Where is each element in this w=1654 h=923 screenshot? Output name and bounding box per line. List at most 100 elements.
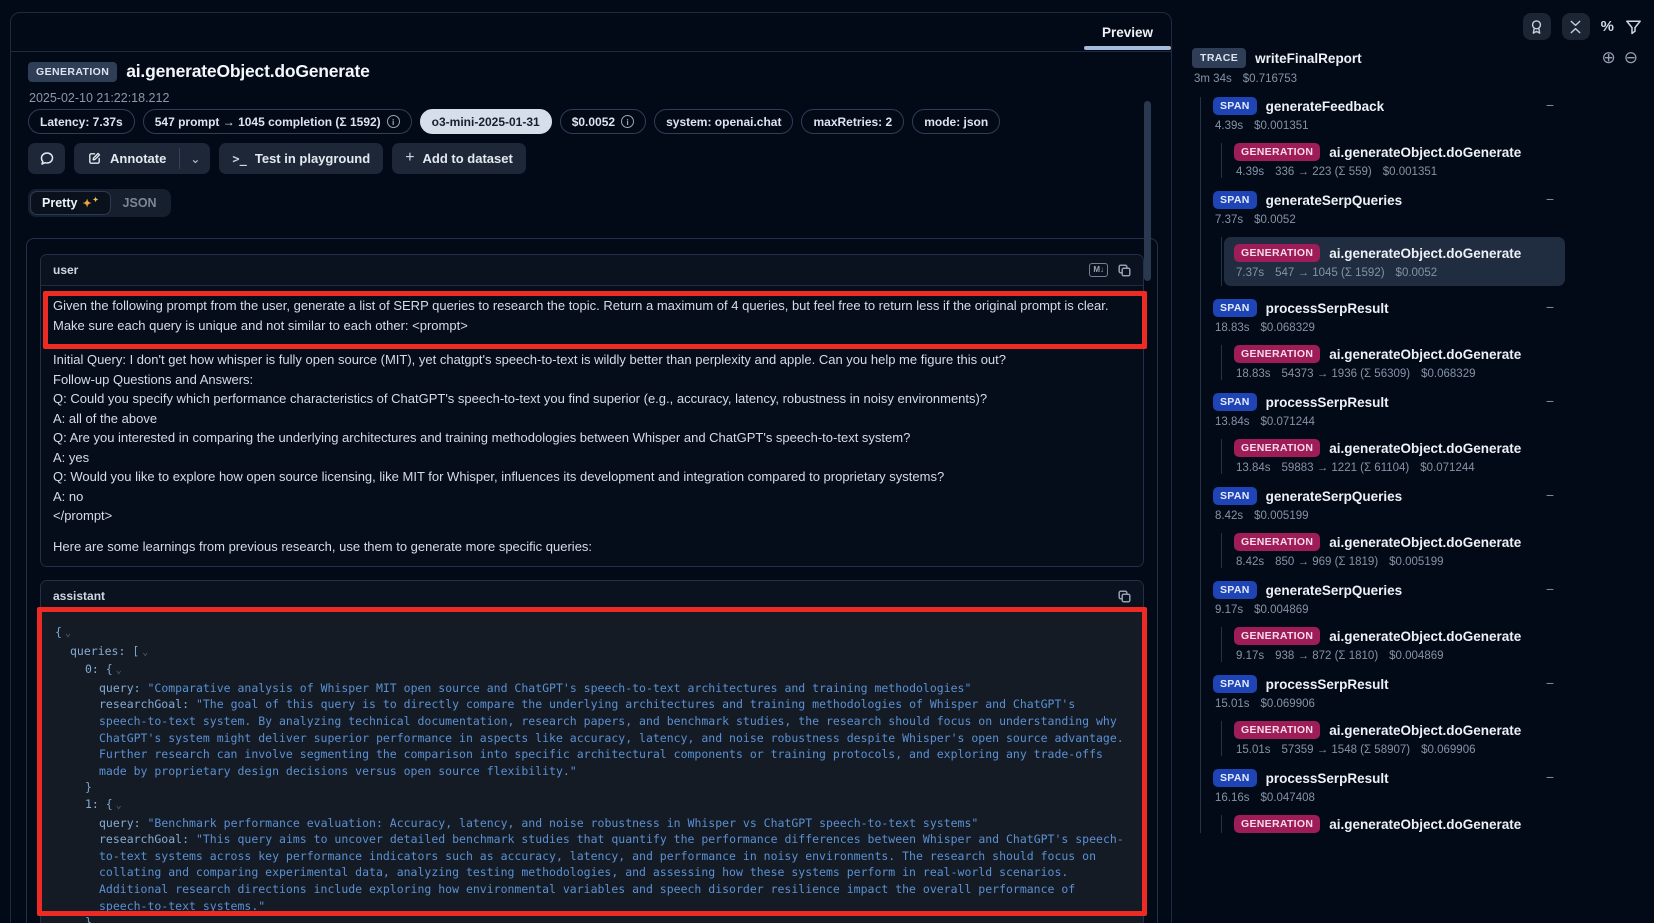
json-line: {⌄ [55, 624, 1129, 643]
span-row[interactable]: SPAN processSerpResult − [1213, 675, 1654, 693]
collapse-node-icon[interactable]: − [1546, 769, 1554, 785]
collapse-chevron-icon[interactable]: ⌄ [142, 647, 148, 658]
funnel-icon [1625, 19, 1642, 35]
generation-metrics: 18.83s 54373 → 1936 (Σ 56309) $0.068329 [1236, 368, 1654, 380]
scrollbar-thumb[interactable] [1144, 101, 1151, 281]
panel-tabbar: Preview [11, 13, 1171, 52]
span-block: SPAN generateSerpQueries − 9.17s $0.0048… [1213, 581, 1654, 662]
collapse-tree-icon[interactable]: ⊖ [1624, 49, 1638, 66]
copy-icon[interactable] [1118, 264, 1131, 277]
copy-icon[interactable] [1118, 590, 1131, 603]
generation-row[interactable]: GENERATION ai.generateObject.doGenerate … [1234, 627, 1654, 662]
collapse-chevron-icon[interactable]: ⌄ [65, 628, 71, 639]
span-block: SPAN processSerpResult − 18.83s $0.06832… [1213, 299, 1654, 380]
span-row[interactable]: SPAN generateFeedback − [1213, 97, 1654, 115]
trace-badge: TRACE [1192, 48, 1246, 68]
collapse-node-icon[interactable]: − [1546, 675, 1554, 691]
collapse-node-icon[interactable]: − [1546, 581, 1554, 597]
add-to-dataset-label: Add to dataset [423, 151, 513, 166]
span-block: SPAN generateFeedback − 4.39s $0.001351 … [1213, 97, 1654, 178]
collapse-all-button[interactable] [1562, 13, 1590, 40]
user-text-line: </prompt> [53, 506, 1131, 526]
generation-row[interactable]: GENERATION ai.generateObject.doGenerate … [1234, 345, 1654, 380]
trace-metrics: 3m 34s $0.716753 [1194, 73, 1654, 85]
span-row[interactable]: SPAN processSerpResult − [1213, 393, 1654, 411]
info-icon[interactable]: i [387, 115, 400, 128]
generation-row[interactable]: GENERATION ai.generateObject.doGenerate … [1234, 439, 1654, 474]
collapse-chevron-icon[interactable]: ⌄ [116, 665, 122, 676]
generation-row[interactable]: GENERATION ai.generateObject.doGenerate … [1234, 143, 1654, 178]
view-toggle-row: Pretty ✦ ✦ JSON [28, 189, 171, 217]
collapse-node-icon[interactable]: − [1546, 97, 1554, 113]
annotate-button[interactable]: Annotate [74, 143, 179, 174]
span-row[interactable]: SPAN processSerpResult − [1213, 769, 1654, 787]
generation-badge: GENERATION [1234, 721, 1320, 739]
span-metrics: 16.16s $0.047408 [1215, 792, 1654, 804]
toggle-json[interactable]: JSON [112, 192, 168, 214]
user-text-line: A: yes [53, 448, 1131, 468]
generation-badges-row: Latency: 7.37s 547 prompt → 1045 complet… [28, 109, 1000, 134]
role-label: user [53, 263, 78, 277]
generation-row[interactable]: GENERATION ai.generateObject.doGenerate … [1234, 533, 1654, 568]
user-text-line: Q: Would you like to explore how open so… [53, 467, 1131, 487]
user-closing-line: Here are some learnings from previous re… [53, 537, 1131, 557]
latency-badge: Latency: 7.37s [28, 109, 135, 134]
tokens-badge[interactable]: 547 prompt → 1045 completion (Σ 1592) i [143, 109, 412, 134]
pretty-label: Pretty [42, 196, 77, 210]
trace-row[interactable]: TRACE writeFinalReport [1192, 48, 1654, 68]
generation-metrics: 7.37s 547 → 1045 (Σ 1592) $0.0052 [1236, 267, 1555, 279]
span-metrics: 4.39s $0.001351 [1215, 120, 1654, 132]
chevron-down-icon: ⌄ [190, 152, 200, 166]
collapse-node-icon[interactable]: − [1546, 393, 1554, 409]
user-message-header: user M↓ [41, 255, 1143, 286]
cost-badge[interactable]: $0.0052 i [560, 109, 646, 134]
collapse-chevron-icon[interactable]: ⌄ [116, 800, 122, 811]
user-highlighted-paragraph: Given the following prompt from the user… [53, 296, 1131, 335]
collapse-node-icon[interactable]: − [1546, 191, 1554, 207]
user-text-line: Initial Query: I don't get how whisper i… [53, 350, 1131, 370]
span-block: SPAN generateSerpQueries − 8.42s $0.0051… [1213, 487, 1654, 568]
comment-button[interactable] [28, 143, 65, 174]
span-block: SPAN processSerpResult − 13.84s $0.07124… [1213, 393, 1654, 474]
info-icon[interactable]: i [621, 115, 634, 128]
span-badge: SPAN [1213, 675, 1257, 693]
generation-badge: GENERATION [1234, 627, 1320, 645]
markdown-toggle-icon[interactable]: M↓ [1089, 263, 1108, 277]
generation-row-selected[interactable]: GENERATION ai.generateObject.doGenerate … [1224, 237, 1565, 286]
sparkles-icon: ✦ [93, 196, 99, 204]
model-badge[interactable]: o3-mini-2025-01-31 [420, 109, 552, 134]
test-in-playground-button[interactable]: >_ Test in playground [219, 143, 383, 174]
filter-button[interactable] [1625, 19, 1642, 35]
user-message-body: Given the following prompt from the user… [41, 286, 1143, 567]
annotate-dropdown-button[interactable]: ⌄ [180, 143, 210, 174]
assistant-message-panel: assistant {⌄ queries: [⌄ 0: {⌄ query: "C… [40, 580, 1144, 923]
trace-children: SPAN generateFeedback − 4.39s $0.001351 … [1200, 97, 1654, 833]
span-block: SPAN generateSerpQueries − 7.37s $0.0052… [1213, 191, 1654, 286]
generation-title-row: GENERATION ai.generateObject.doGenerate [28, 61, 370, 82]
collapse-node-icon[interactable]: − [1546, 487, 1554, 503]
toggle-pretty[interactable]: Pretty ✦ ✦ [31, 192, 110, 214]
json-line: } [55, 914, 1129, 923]
annotate-label: Annotate [110, 151, 166, 166]
collapse-node-icon[interactable]: − [1546, 299, 1554, 315]
collapse-icon [1568, 19, 1583, 35]
annotate-scores-button[interactable] [1523, 13, 1551, 40]
span-row[interactable]: SPAN generateSerpQueries − [1213, 487, 1654, 505]
tab-preview[interactable]: Preview [1088, 13, 1167, 51]
span-row[interactable]: SPAN processSerpResult − [1213, 299, 1654, 317]
expand-all-icon[interactable]: ⊕ [1602, 49, 1616, 66]
span-row[interactable]: SPAN generateSerpQueries − [1213, 581, 1654, 599]
span-block: SPAN processSerpResult − 16.16s $0.04740… [1213, 769, 1654, 833]
trace-name: writeFinalReport [1255, 51, 1362, 66]
user-text-line: A: all of the above [53, 409, 1131, 429]
percent-view-button[interactable]: % [1601, 18, 1614, 35]
generation-metrics: 9.17s 938 → 872 (Σ 1810) $0.004869 [1236, 650, 1654, 662]
comment-icon [39, 151, 55, 167]
sparkles-icon: ✦ [82, 197, 91, 210]
span-row[interactable]: SPAN generateSerpQueries − [1213, 191, 1654, 209]
generation-row[interactable]: GENERATION ai.generateObject.doGenerate … [1234, 721, 1654, 756]
span-metrics: 9.17s $0.004869 [1215, 604, 1654, 616]
generation-row[interactable]: GENERATION ai.generateObject.doGenerate [1234, 815, 1654, 833]
assistant-message-header: assistant [41, 581, 1143, 612]
add-to-dataset-button[interactable]: + Add to dataset [392, 143, 526, 174]
